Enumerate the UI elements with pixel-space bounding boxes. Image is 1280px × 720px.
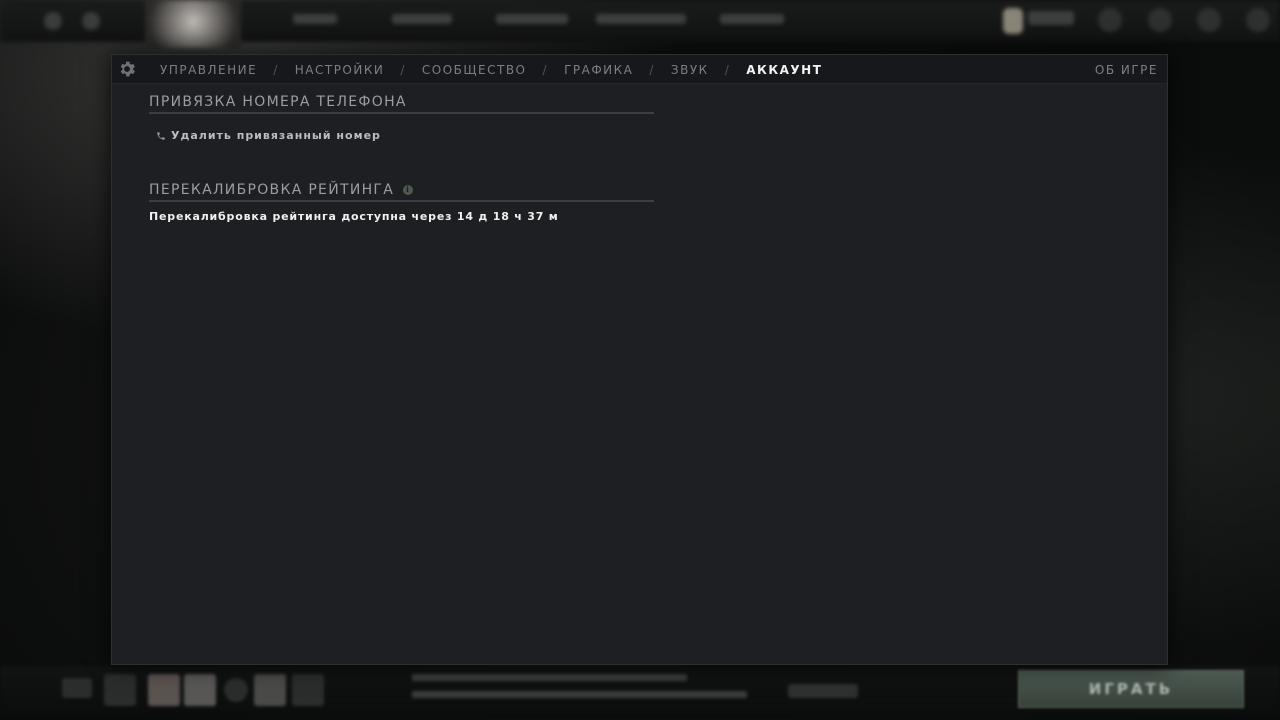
phone-section: ПРИВЯЗКА НОМЕРА ТЕЛЕФОНА Удалить привяза… <box>149 93 654 142</box>
background-thumb <box>254 674 286 706</box>
background-nav-item <box>596 14 686 24</box>
settings-tabs-bar: УПРАВЛЕНИЕ / НАСТРОЙКИ / СООБЩЕСТВО / ГР… <box>112 55 1167 84</box>
background-portrait <box>145 0 241 48</box>
play-button[interactable]: ИГРАТЬ <box>1018 670 1244 708</box>
background-nav-item <box>720 14 784 24</box>
unlink-phone-button[interactable]: Удалить привязанный номер <box>156 129 654 142</box>
background-rank-badge <box>1003 8 1023 34</box>
background-icon <box>82 12 100 30</box>
phone-section-title-text: ПРИВЯЗКА НОМЕРА ТЕЛЕФОНА <box>149 93 407 110</box>
tab-video[interactable]: ГРАФИКА <box>564 63 633 77</box>
settings-tabs: УПРАВЛЕНИЕ / НАСТРОЙКИ / СООБЩЕСТВО / ГР… <box>160 55 822 84</box>
background-top-bar <box>0 0 1280 48</box>
tab-separator: / <box>724 62 731 77</box>
tab-options[interactable]: НАСТРОЙКИ <box>295 63 385 77</box>
background-icon <box>44 12 62 30</box>
tab-audio[interactable]: ЗВУК <box>671 63 709 77</box>
tab-social[interactable]: СООБЩЕСТВО <box>422 63 527 77</box>
tab-separator: / <box>273 62 279 77</box>
phone-icon <box>157 131 165 140</box>
unlink-phone-label: Удалить привязанный номер <box>171 129 381 142</box>
background-thumb <box>104 674 136 706</box>
recalibration-section: ПЕРЕКАЛИБРОВКА РЕЙТИНГА i Перекалибровка… <box>149 181 654 223</box>
background-nav-item <box>496 14 568 24</box>
tab-separator: / <box>542 62 549 77</box>
gear-icon[interactable] <box>117 59 137 79</box>
tab-controls[interactable]: УПРАВЛЕНИЕ <box>160 63 257 77</box>
background-thumb <box>184 674 216 706</box>
tab-account[interactable]: АККАУНТ <box>746 63 822 77</box>
background-social-icons <box>788 684 858 698</box>
tab-separator: / <box>400 62 406 77</box>
settings-panel: УПРАВЛЕНИЕ / НАСТРОЙКИ / СООБЩЕСТВО / ГР… <box>111 54 1168 665</box>
background-icon <box>1197 8 1221 32</box>
background-icon <box>1148 8 1172 32</box>
background-icon <box>1246 8 1270 32</box>
background-icon <box>1098 8 1122 32</box>
background-chat-line <box>412 674 687 681</box>
about-game-link[interactable]: ОБ ИГРЕ <box>1095 63 1158 77</box>
background-thumb <box>292 674 324 706</box>
background-thumb <box>62 678 92 698</box>
phone-section-title: ПРИВЯЗКА НОМЕРА ТЕЛЕФОНА <box>149 93 654 114</box>
background-chat-line <box>412 691 747 698</box>
tab-separator: / <box>649 62 655 77</box>
background-thumb <box>148 674 180 706</box>
info-icon[interactable]: i <box>403 184 414 195</box>
background-thumb <box>224 678 248 702</box>
recalibration-section-title-text: ПЕРЕКАЛИБРОВКА РЕЙТИНГА <box>149 181 395 198</box>
background-profile-name <box>1028 11 1074 25</box>
recalibration-section-title: ПЕРЕКАЛИБРОВКА РЕЙТИНГА i <box>149 181 654 202</box>
background-nav-item <box>392 14 452 24</box>
background-nav-item <box>293 14 337 24</box>
recalibration-status: Перекалибровка рейтинга доступна через 1… <box>149 210 559 223</box>
